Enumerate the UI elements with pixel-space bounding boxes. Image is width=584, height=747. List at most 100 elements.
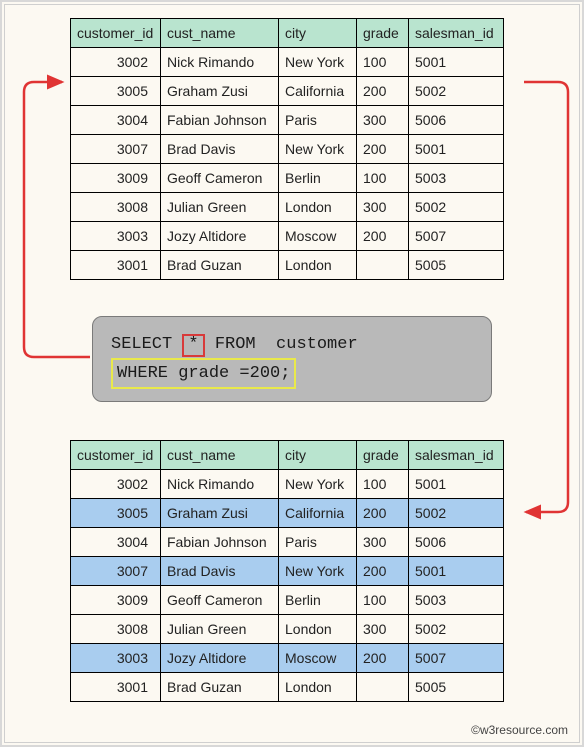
col-customer-id: customer_id [71, 19, 161, 48]
cell-cust-name: Fabian Johnson [161, 106, 279, 135]
cell-grade: 100 [357, 164, 409, 193]
col-cust-name: cust_name [161, 19, 279, 48]
table-row: 3005Graham ZusiCalifornia2005002 [71, 77, 504, 106]
table-row: 3005Graham ZusiCalifornia2005002 [71, 499, 504, 528]
cell-salesman-id: 5003 [409, 164, 504, 193]
cell-grade: 200 [357, 135, 409, 164]
arrow-source-to-result [524, 82, 568, 512]
cell-customer-id: 3003 [71, 644, 161, 673]
customer-table-result: customer_id cust_name city grade salesma… [70, 440, 504, 702]
cell-cust-name: Brad Guzan [161, 673, 279, 702]
sql-from-kw: FROM [215, 335, 256, 354]
cell-city: New York [279, 48, 357, 77]
cell-grade: 300 [357, 106, 409, 135]
cell-grade: 100 [357, 48, 409, 77]
cell-customer-id: 3009 [71, 164, 161, 193]
cell-city: New York [279, 135, 357, 164]
cell-salesman-id: 5002 [409, 499, 504, 528]
cell-salesman-id: 5001 [409, 48, 504, 77]
cell-cust-name: Brad Davis [161, 135, 279, 164]
cell-customer-id: 3001 [71, 673, 161, 702]
cell-salesman-id: 5007 [409, 222, 504, 251]
cell-customer-id: 3005 [71, 77, 161, 106]
cell-salesman-id: 5002 [409, 615, 504, 644]
sql-query-box: SELECT * FROM customer WHERE grade =200; [92, 316, 492, 402]
table-row: 3002Nick RimandoNew York1005001 [71, 48, 504, 77]
cell-grade: 100 [357, 586, 409, 615]
table-row: 3003Jozy AltidoreMoscow2005007 [71, 222, 504, 251]
cell-cust-name: Brad Guzan [161, 251, 279, 280]
cell-grade: 200 [357, 222, 409, 251]
cell-salesman-id: 5003 [409, 586, 504, 615]
cell-cust-name: Nick Rimando [161, 470, 279, 499]
cell-cust-name: Jozy Altidore [161, 644, 279, 673]
cell-grade [357, 673, 409, 702]
cell-customer-id: 3001 [71, 251, 161, 280]
cell-grade: 200 [357, 77, 409, 106]
cell-salesman-id: 5001 [409, 470, 504, 499]
cell-grade: 300 [357, 615, 409, 644]
table-row: 3004Fabian JohnsonParis3005006 [71, 106, 504, 135]
sql-line-2: WHERE grade =200; [111, 358, 473, 389]
cell-customer-id: 3008 [71, 615, 161, 644]
cell-salesman-id: 5002 [409, 193, 504, 222]
cell-cust-name: Graham Zusi [161, 77, 279, 106]
cell-grade: 100 [357, 470, 409, 499]
cell-cust-name: Jozy Altidore [161, 222, 279, 251]
cell-city: Moscow [279, 644, 357, 673]
cell-city: Berlin [279, 586, 357, 615]
sql-star: * [182, 334, 204, 357]
cell-customer-id: 3003 [71, 222, 161, 251]
col-grade: grade [357, 441, 409, 470]
cell-city: California [279, 77, 357, 106]
table-row: 3007Brad DavisNew York2005001 [71, 557, 504, 586]
col-city: city [279, 19, 357, 48]
cell-grade: 200 [357, 499, 409, 528]
cell-customer-id: 3005 [71, 499, 161, 528]
table-row: 3008Julian GreenLondon3005002 [71, 615, 504, 644]
customer-table-source: customer_id cust_name city grade salesma… [70, 18, 504, 280]
table-row: 3001Brad GuzanLondon 5005 [71, 251, 504, 280]
cell-city: London [279, 673, 357, 702]
cell-cust-name: Geoff Cameron [161, 164, 279, 193]
cell-city: Moscow [279, 222, 357, 251]
cell-customer-id: 3002 [71, 48, 161, 77]
cell-city: California [279, 499, 357, 528]
col-grade: grade [357, 19, 409, 48]
table-header-row: customer_id cust_name city grade salesma… [71, 441, 504, 470]
sql-table-name: customer [276, 335, 358, 354]
cell-grade: 300 [357, 528, 409, 557]
cell-cust-name: Brad Davis [161, 557, 279, 586]
cell-city: New York [279, 557, 357, 586]
cell-city: London [279, 615, 357, 644]
sql-where-clause: WHERE grade =200; [111, 358, 296, 389]
col-cust-name: cust_name [161, 441, 279, 470]
sql-line-1: SELECT * FROM customer [111, 331, 473, 358]
cell-cust-name: Nick Rimando [161, 48, 279, 77]
cell-salesman-id: 5007 [409, 644, 504, 673]
sql-select-kw: SELECT [111, 335, 172, 354]
cell-salesman-id: 5005 [409, 251, 504, 280]
cell-cust-name: Julian Green [161, 615, 279, 644]
cell-salesman-id: 5006 [409, 528, 504, 557]
table-row: 3004Fabian JohnsonParis3005006 [71, 528, 504, 557]
cell-city: Paris [279, 106, 357, 135]
cell-city: Paris [279, 528, 357, 557]
table-header-row: customer_id cust_name city grade salesma… [71, 19, 504, 48]
col-salesman-id: salesman_id [409, 441, 504, 470]
cell-customer-id: 3002 [71, 470, 161, 499]
cell-cust-name: Julian Green [161, 193, 279, 222]
table-row: 3008Julian GreenLondon3005002 [71, 193, 504, 222]
cell-customer-id: 3007 [71, 557, 161, 586]
table-row: 3001Brad GuzanLondon 5005 [71, 673, 504, 702]
col-salesman-id: salesman_id [409, 19, 504, 48]
table-row: 3002Nick RimandoNew York1005001 [71, 470, 504, 499]
col-city: city [279, 441, 357, 470]
cell-salesman-id: 5005 [409, 673, 504, 702]
cell-grade: 300 [357, 193, 409, 222]
cell-customer-id: 3008 [71, 193, 161, 222]
cell-cust-name: Graham Zusi [161, 499, 279, 528]
cell-salesman-id: 5002 [409, 77, 504, 106]
cell-city: London [279, 251, 357, 280]
table-row: 3003Jozy AltidoreMoscow2005007 [71, 644, 504, 673]
